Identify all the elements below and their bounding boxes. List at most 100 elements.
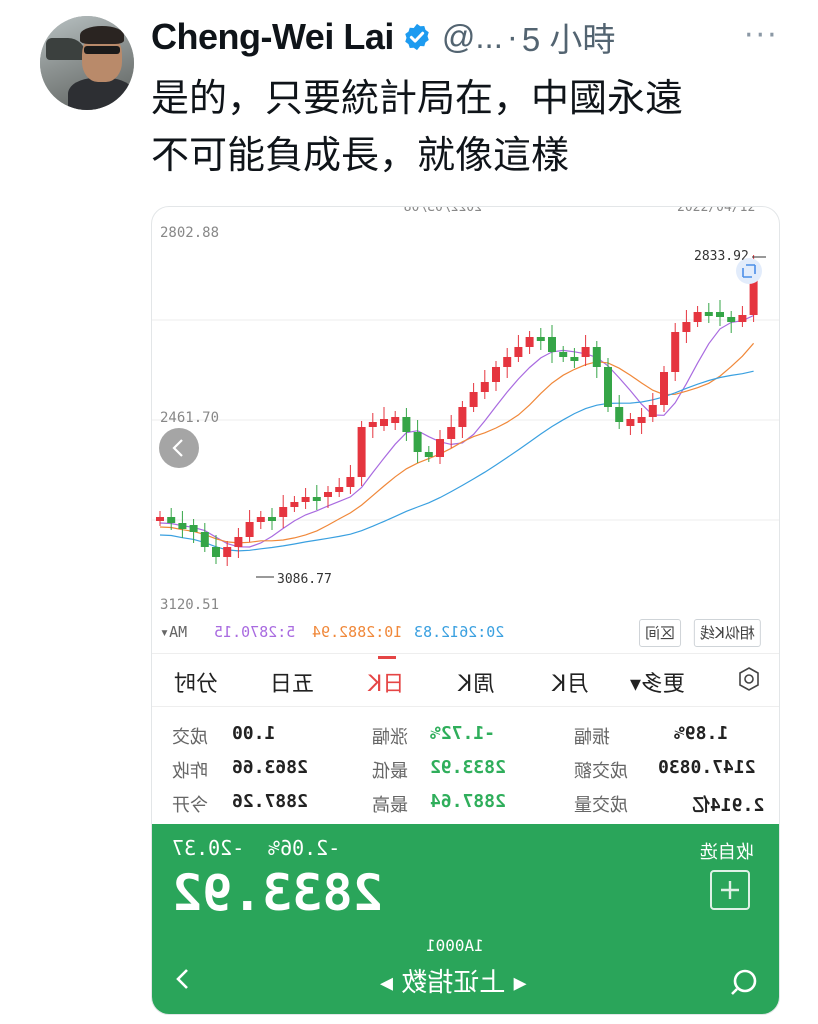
candle	[447, 427, 456, 439]
candle	[424, 452, 433, 457]
stock-name[interactable]: ◂ 上证指数 ▸	[380, 962, 527, 999]
tweet-timestamp[interactable]: 5 小時	[522, 13, 616, 61]
price-change-percent: -2.06%	[268, 836, 341, 860]
candle	[648, 405, 657, 417]
date-label: 2022/03/08	[404, 207, 482, 215]
candle	[458, 407, 467, 427]
candle	[279, 507, 288, 517]
ma20-value: 20:2612.83	[414, 623, 505, 641]
candle	[234, 537, 243, 547]
range-button[interactable]: 区间	[639, 619, 682, 647]
price-label: 3120.51	[160, 597, 219, 613]
ma-toolbar: MA▾ 5:2870.15 10:2882.94 20:2612.83 区间 相…	[152, 617, 779, 649]
candle	[178, 523, 187, 529]
price-panel: -20.37 -2.06% 收自选 2833.92 1A0001 ◂ 上证指数 …	[152, 824, 779, 1014]
search-icon[interactable]	[728, 966, 760, 996]
candle	[738, 315, 747, 322]
ma-selector[interactable]: MA▾	[160, 623, 187, 641]
candle	[380, 419, 388, 426]
candles-group	[156, 255, 758, 566]
candle	[480, 382, 489, 392]
add-watchlist-button[interactable]	[710, 870, 750, 910]
tab-five-day[interactable]: 五日	[270, 666, 314, 698]
candle	[167, 517, 176, 523]
back-chevron-icon[interactable]	[172, 966, 194, 992]
stat-label: 最高	[372, 795, 408, 816]
candle	[268, 517, 276, 521]
similar-k-button[interactable]: 相似K线	[694, 619, 761, 647]
candle	[290, 502, 299, 507]
stat-label: 成交量	[574, 795, 628, 816]
price-change: -20.37	[172, 836, 245, 860]
candle	[514, 347, 523, 357]
candle	[436, 439, 444, 457]
candle	[469, 392, 478, 407]
candle	[189, 525, 198, 532]
period-tabs: 分时 五日 日K 周K 月K 更多▾	[152, 653, 779, 707]
tweet-text: 是的，只要統計局在，中國永遠 不可能負成長，就像這樣	[151, 70, 791, 184]
candle	[570, 357, 579, 361]
add-watchlist-label: 收自选	[700, 842, 754, 863]
author-name[interactable]: Cheng-Wei Lai	[151, 16, 394, 58]
stat-label: 振幅	[574, 727, 610, 748]
candle	[212, 547, 220, 557]
settings-gear-icon[interactable]	[736, 666, 762, 692]
verified-badge-icon	[405, 23, 429, 51]
tab-monthly-k[interactable]: 月K	[552, 666, 588, 698]
candle	[324, 492, 332, 497]
tab-more[interactable]: 更多▾	[630, 666, 685, 698]
stat-value: 2863.66	[232, 757, 308, 778]
active-tab-indicator	[378, 656, 396, 659]
current-price: 2833.92	[172, 864, 383, 922]
stat-value: -1.72%	[430, 723, 496, 744]
stat-value: 2147.0830	[658, 757, 756, 778]
candlestick-chart: 2022/03/08 2022/04/12 2802.88 2461.70 31…	[152, 207, 779, 613]
candle	[357, 427, 366, 477]
candle	[693, 312, 702, 322]
candle	[581, 347, 590, 357]
tweet-text-line: 不可能負成長，就像這樣	[151, 133, 570, 177]
candle	[548, 337, 556, 352]
tab-intraday[interactable]: 分时	[174, 666, 218, 698]
candle	[346, 477, 355, 487]
candle	[536, 337, 545, 341]
tweet-header: Cheng-Wei Lai @... · 5 小時	[151, 12, 615, 62]
candle	[704, 312, 713, 316]
more-options-icon[interactable]: ···	[744, 18, 779, 53]
tweet-image[interactable]: 2022/03/08 2022/04/12 2802.88 2461.70 31…	[151, 206, 780, 1015]
candle	[592, 347, 601, 367]
stock-code: 1A0001	[426, 936, 484, 955]
ma10-value: 10:2882.94	[312, 623, 403, 641]
stat-label: 成交	[172, 727, 208, 748]
candle	[615, 407, 624, 422]
candle	[503, 357, 512, 367]
candle	[727, 317, 736, 322]
candle	[156, 517, 164, 521]
candle	[671, 332, 680, 372]
stat-label: 昨收	[172, 761, 208, 782]
author-handle[interactable]: @...	[442, 18, 503, 56]
candle	[256, 517, 265, 522]
stat-value: 2833.92	[430, 757, 506, 778]
candle	[716, 312, 724, 317]
tab-weekly-k[interactable]: 周K	[458, 666, 494, 698]
candle	[391, 417, 400, 423]
candle	[245, 522, 254, 537]
stat-value: 2887.26	[232, 791, 308, 812]
date-label: 2022/04/12	[677, 207, 755, 215]
ma5-value: 5:2870.15	[214, 623, 296, 641]
stat-label: 今开	[172, 795, 208, 816]
candle	[223, 547, 232, 557]
expand-icon[interactable]	[736, 258, 762, 284]
price-label: 2461.70	[160, 410, 219, 426]
scroll-left-button[interactable]	[159, 428, 199, 468]
tweet-text-line: 是的，只要統計局在，中國永遠	[151, 76, 684, 120]
tab-daily-k[interactable]: 日K	[368, 666, 404, 698]
candle	[312, 497, 321, 501]
candle	[335, 487, 344, 492]
candle	[660, 372, 668, 405]
author-avatar[interactable]	[40, 16, 134, 110]
candle	[682, 322, 691, 332]
candle	[559, 352, 568, 357]
avatar-shirt	[68, 78, 134, 110]
